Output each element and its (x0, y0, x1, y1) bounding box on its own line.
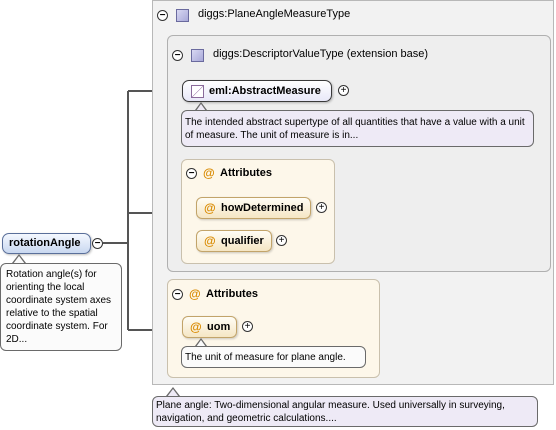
collapse-root-button[interactable]: − (92, 238, 103, 249)
attribute-at-icon: @ (190, 320, 202, 334)
collapse-attributes-button[interactable]: − (186, 168, 197, 179)
root-element-node[interactable]: rotationAngle (2, 233, 91, 254)
collapse-type-button[interactable]: − (157, 10, 168, 21)
collapse-attributes-button[interactable]: − (172, 289, 183, 300)
attribute-howDetermined[interactable]: @ howDetermined (196, 197, 311, 219)
attribute-name: uom (207, 321, 231, 333)
uom-doc: The unit of measure for plane angle. (181, 346, 366, 368)
expand-abstract-button[interactable]: + (338, 85, 349, 96)
type-name: diggs:PlaneAngleMeasureType (198, 8, 351, 20)
attribute-uom[interactable]: @ uom (182, 316, 237, 338)
complex-type-icon (191, 49, 204, 62)
attribute-name: qualifier (221, 235, 264, 247)
attribute-at-icon: @ (204, 201, 216, 215)
collapse-extension-button[interactable]: − (172, 50, 183, 61)
abstract-element-name: eml:AbstractMeasure (209, 85, 321, 97)
attribute-qualifier[interactable]: @ qualifier (196, 230, 272, 252)
attributes-label: Attributes (206, 288, 258, 300)
expand-attribute-button[interactable]: + (276, 235, 287, 246)
abstract-element-icon (191, 85, 204, 98)
attribute-at-icon: @ (204, 234, 216, 248)
attribute-name: howDetermined (221, 202, 304, 214)
expand-attribute-button[interactable]: + (316, 202, 327, 213)
root-element-doc: Rotation angle(s) for orienting the loca… (0, 263, 122, 351)
extension-name: diggs:DescriptorValueType (extension bas… (213, 48, 429, 60)
attribute-at-icon: @ (189, 287, 201, 301)
abstract-element-doc: The intended abstract supertype of all q… (181, 110, 534, 147)
abstract-element-node[interactable]: eml:AbstractMeasure (182, 80, 332, 102)
expand-attribute-button[interactable]: + (242, 321, 253, 332)
root-element-name: rotationAngle (9, 237, 81, 249)
complex-type-icon (176, 9, 189, 22)
attribute-at-icon: @ (203, 166, 215, 180)
attributes-label: Attributes (220, 167, 272, 179)
type-doc: Plane angle: Two-dimensional angular mea… (152, 396, 538, 427)
